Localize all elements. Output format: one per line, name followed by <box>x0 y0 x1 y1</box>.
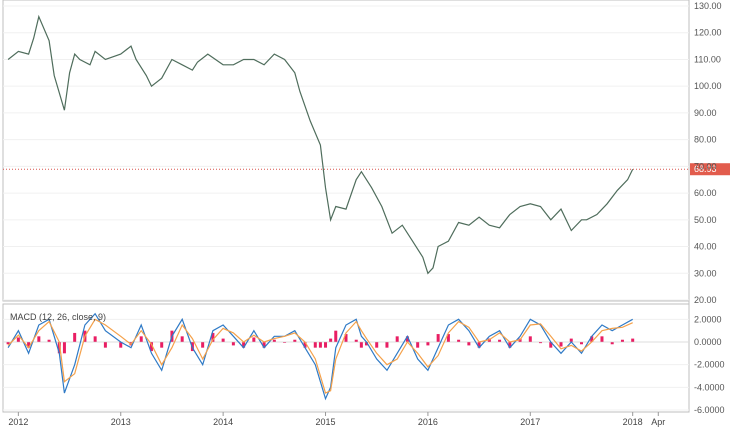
time-tick-label: 2018 <box>623 417 643 427</box>
macd-histogram-bar <box>272 339 276 342</box>
macd-histogram-bar <box>631 338 635 342</box>
macd-tick-label: 2.0000 <box>694 314 722 324</box>
time-tick-label: 2013 <box>111 417 131 427</box>
macd-histogram-bar <box>318 342 322 348</box>
price-tick-label: 120.00 <box>694 28 722 38</box>
macd-histogram-bar <box>334 330 338 342</box>
macd-histogram-bar <box>610 342 614 345</box>
macd-histogram-bar <box>375 342 379 348</box>
time-tick-label: Apr <box>651 417 665 427</box>
macd-histogram-bar <box>467 342 471 346</box>
macd-histogram-bar <box>16 337 20 342</box>
macd-histogram-bar <box>62 342 66 354</box>
time-tick-label: 2015 <box>316 417 336 427</box>
price-tick-label: 50.00 <box>694 215 717 225</box>
macd-histogram-bar <box>579 342 583 345</box>
macd-tick-label: -6.0000 <box>694 405 725 415</box>
time-tick-label: 2017 <box>520 417 540 427</box>
macd-tick-label: 0.0000 <box>694 337 722 347</box>
macd-histogram-bar <box>231 342 235 346</box>
macd-histogram-bar <box>426 342 430 346</box>
macd-histogram-bar <box>252 337 256 342</box>
macd-histogram-bar <box>559 342 563 347</box>
macd-histogram-bar <box>201 342 205 348</box>
time-tick-label: 2016 <box>418 417 438 427</box>
macd-histogram-bar <box>103 342 107 348</box>
macd-histogram-bar <box>329 338 333 342</box>
macd-tick-label: -4.0000 <box>694 382 725 392</box>
macd-histogram-bar <box>324 342 328 348</box>
macd-histogram-bar <box>180 336 184 342</box>
price-tick-label: 130.00 <box>694 1 722 11</box>
price-grid <box>3 5 689 301</box>
chart-svg: 68.93 MACD (12, 26, close, 9) 130.00120.… <box>2 0 730 427</box>
macd-histogram-bar <box>47 339 51 342</box>
price-tick-label: 80.00 <box>694 135 717 145</box>
macd-histogram-bar <box>221 338 225 342</box>
macd-tick-labels: 2.0000 0.0000 -2.0000 -4.0000 -6.0000 <box>694 314 725 415</box>
macd-histogram-bar <box>93 336 97 342</box>
macd-tick-label: -2.0000 <box>694 360 725 370</box>
macd-histogram-bar <box>73 332 77 342</box>
macd-histogram-bar <box>620 339 624 342</box>
price-tick-label: 40.00 <box>694 242 717 252</box>
macd-histogram-bar <box>139 336 143 342</box>
chart-root: 68.93 MACD (12, 26, close, 9) 130.00 120.… <box>0 0 730 430</box>
macd-histogram-bar <box>600 336 604 342</box>
price-tick-label: 110.00 <box>694 54 721 64</box>
macd-histogram-bar <box>160 342 164 348</box>
macd-histogram-bar <box>528 336 532 342</box>
price-tick-label: 30.00 <box>694 268 717 278</box>
macd-histogram-bar <box>359 342 363 348</box>
price-tick-labels: 130.00 120.00 110.00 100.00 90.00 80.00 70.00 6… <box>694 1 722 305</box>
price-tick-label: 70.00 <box>694 161 717 171</box>
price-tick-label: 100.00 <box>694 81 722 91</box>
macd-histogram-bar <box>498 339 502 342</box>
macd-histogram-bar <box>385 342 389 348</box>
time-tick-labels: 2012 2013 2014 2015 2016 2017 2018 Apr <box>8 412 665 427</box>
macd-histogram-bar <box>416 342 420 348</box>
macd-histogram-bar <box>436 334 440 342</box>
macd-histogram-bar <box>354 339 358 342</box>
time-tick-label: 2012 <box>8 417 28 427</box>
macd-histogram-bar <box>395 336 399 342</box>
macd-histogram-bar <box>457 339 461 342</box>
macd-histogram-bar <box>37 336 41 342</box>
price-tick-label: 60.00 <box>694 188 717 198</box>
macd-title: MACD (12, 26, close, 9) <box>10 312 106 322</box>
time-tick-label: 2014 <box>213 417 233 427</box>
macd-histogram-bar <box>293 339 297 342</box>
price-pane-frame <box>2 0 690 302</box>
price-tick-label: 90.00 <box>694 108 717 118</box>
price-series-line <box>7 14 634 275</box>
price-tick-label: 20.00 <box>694 295 717 305</box>
macd-histogram-bar <box>313 342 317 348</box>
macd-series-line <box>7 312 633 401</box>
